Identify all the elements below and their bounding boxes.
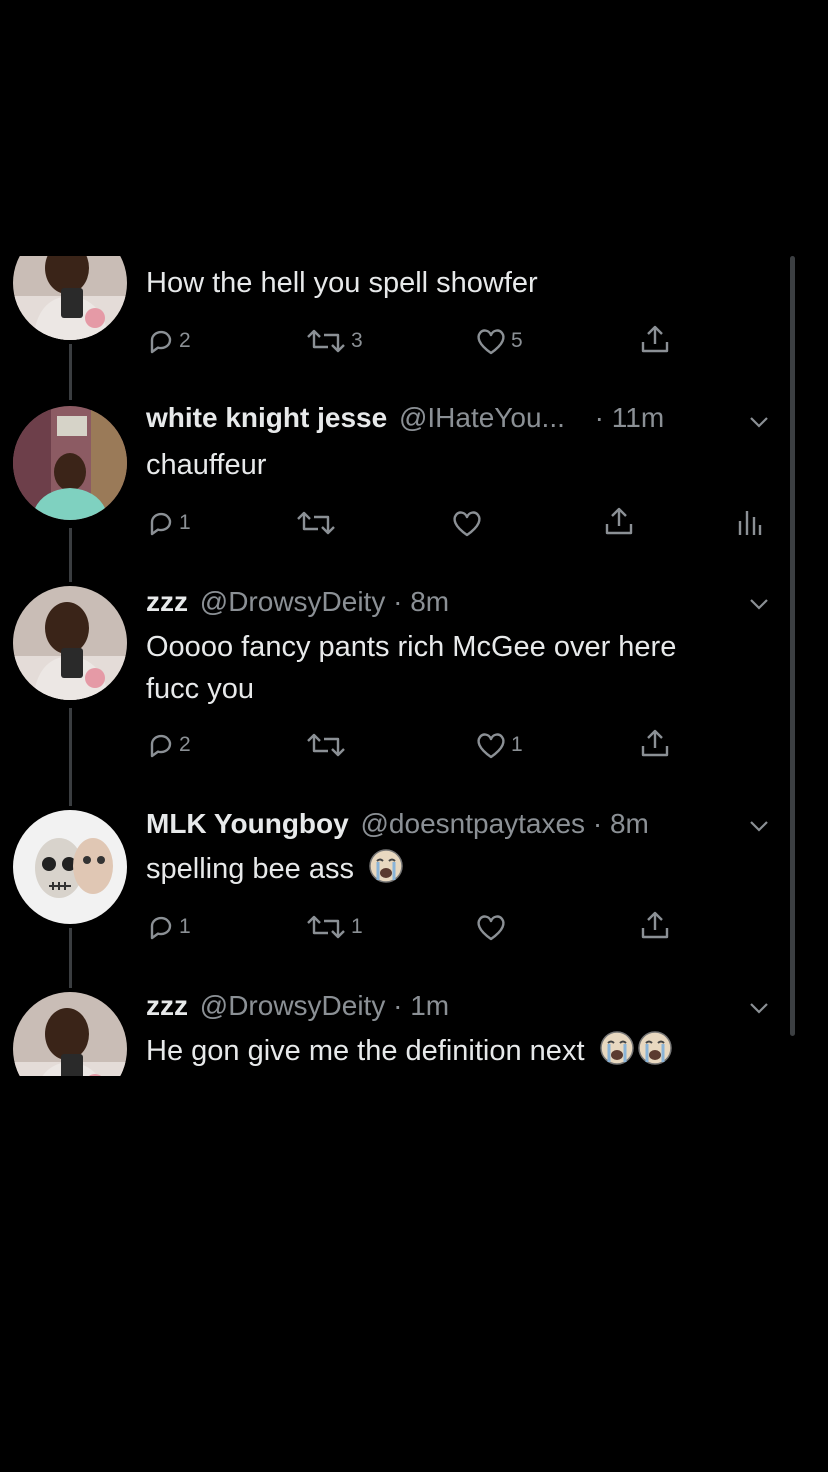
reply-button[interactable]: 1 — [146, 910, 191, 944]
like-button[interactable] — [450, 506, 484, 540]
tweet-text: Ooooo fancy pants rich McGee over here — [146, 631, 677, 663]
reply-count: 1 — [179, 915, 191, 938]
share-icon — [641, 911, 669, 939]
reply-icon — [150, 734, 172, 758]
display-name[interactable]: white knight jesse — [146, 402, 387, 433]
like-count: 1 — [511, 733, 523, 756]
avatar[interactable] — [13, 992, 127, 1076]
retweet-button[interactable]: 3 — [304, 324, 363, 358]
like-button[interactable]: 1 — [474, 728, 523, 762]
chevron-down-icon[interactable] — [748, 414, 770, 430]
tweet-header: zzz @DrowsyDeity · 8m — [146, 586, 449, 618]
like-icon — [477, 329, 505, 355]
share-icon — [641, 729, 669, 757]
retweet-button[interactable]: 1 — [304, 910, 363, 944]
retweet-count: 1 — [351, 915, 363, 938]
analytics-button[interactable] — [736, 506, 762, 540]
like-button[interactable] — [474, 910, 508, 944]
retweet-icon — [297, 511, 335, 535]
timestamp: · 8m — [393, 586, 450, 617]
chevron-down-icon[interactable] — [748, 1000, 770, 1016]
avatar[interactable] — [13, 586, 127, 700]
tweet-text-content: He gon give me the definition next — [146, 1035, 585, 1067]
handle[interactable]: @doesntpaytaxes — [361, 808, 586, 839]
handle[interactable]: @DrowsyDeity — [200, 990, 386, 1021]
avatar[interactable] — [13, 406, 127, 520]
reply-icon — [150, 330, 172, 354]
tweet-text: spelling bee ass — [146, 848, 404, 890]
like-icon — [453, 511, 481, 537]
loudly-crying-face-emoji — [599, 1031, 634, 1065]
reply-icon — [150, 512, 172, 536]
display-name[interactable]: zzz — [146, 990, 188, 1021]
retweet-icon — [307, 915, 345, 939]
share-button[interactable] — [638, 726, 672, 760]
avatar[interactable] — [13, 256, 127, 340]
timestamp: · 11m — [594, 402, 665, 433]
reply-button[interactable]: 1 — [146, 506, 191, 540]
like-button[interactable]: 5 — [474, 324, 523, 358]
reply-icon — [150, 916, 172, 940]
tweet-text: How the hell you spell showfer — [146, 267, 538, 299]
tweet-text: chauffeur — [146, 449, 267, 481]
analytics-icon — [738, 511, 762, 535]
share-button[interactable] — [638, 908, 672, 942]
chevron-down-icon[interactable] — [748, 596, 770, 612]
retweet-button[interactable] — [304, 728, 348, 762]
reply-count: 2 — [179, 733, 191, 756]
display-name[interactable]: zzz — [146, 586, 188, 617]
timestamp: · 1m — [393, 990, 450, 1021]
reply-button[interactable]: 2 — [146, 728, 191, 762]
thread-line — [69, 528, 72, 582]
reply-count: 1 — [179, 511, 191, 534]
thread-line — [69, 928, 72, 988]
like-icon — [477, 733, 505, 759]
avatar[interactable] — [13, 810, 127, 924]
loudly-crying-face-emoji — [369, 849, 403, 883]
retweet-count: 3 — [351, 329, 363, 352]
twitter-thread: How the hell you spell showfer 2 3 5 whi… — [0, 256, 800, 1076]
tweet-text-content: spelling bee ass — [146, 853, 354, 885]
handle[interactable]: @IHateYou... — [399, 402, 565, 433]
share-icon — [641, 325, 669, 353]
tweet-header: zzz @DrowsyDeity · 1m — [146, 990, 449, 1022]
handle[interactable]: @DrowsyDeity — [200, 586, 386, 617]
like-icon — [477, 915, 505, 941]
retweet-icon — [307, 733, 345, 757]
chevron-down-icon[interactable] — [748, 818, 770, 834]
tweet-header: white knight jesse @IHateYou... · 11m — [146, 402, 664, 434]
scrollbar[interactable] — [790, 256, 795, 1036]
like-count: 5 — [511, 329, 523, 352]
thread-line — [69, 344, 72, 400]
tweet-text: He gon give me the definition next — [146, 1030, 673, 1072]
reply-count: 2 — [179, 329, 191, 352]
retweet-button[interactable] — [294, 506, 338, 540]
tweet-text-line-2: fucc you — [146, 673, 254, 705]
share-icon — [605, 507, 633, 535]
timestamp: · 8m — [592, 808, 649, 839]
retweet-icon — [307, 329, 345, 353]
loudly-crying-face-emoji — [637, 1031, 672, 1065]
reply-button[interactable]: 2 — [146, 324, 191, 358]
thread-line — [69, 708, 72, 806]
tweet-header: MLK Youngboy @doesntpaytaxes · 8m — [146, 808, 649, 840]
share-button[interactable] — [638, 322, 672, 356]
share-button[interactable] — [602, 504, 636, 538]
display-name[interactable]: MLK Youngboy — [146, 808, 349, 839]
